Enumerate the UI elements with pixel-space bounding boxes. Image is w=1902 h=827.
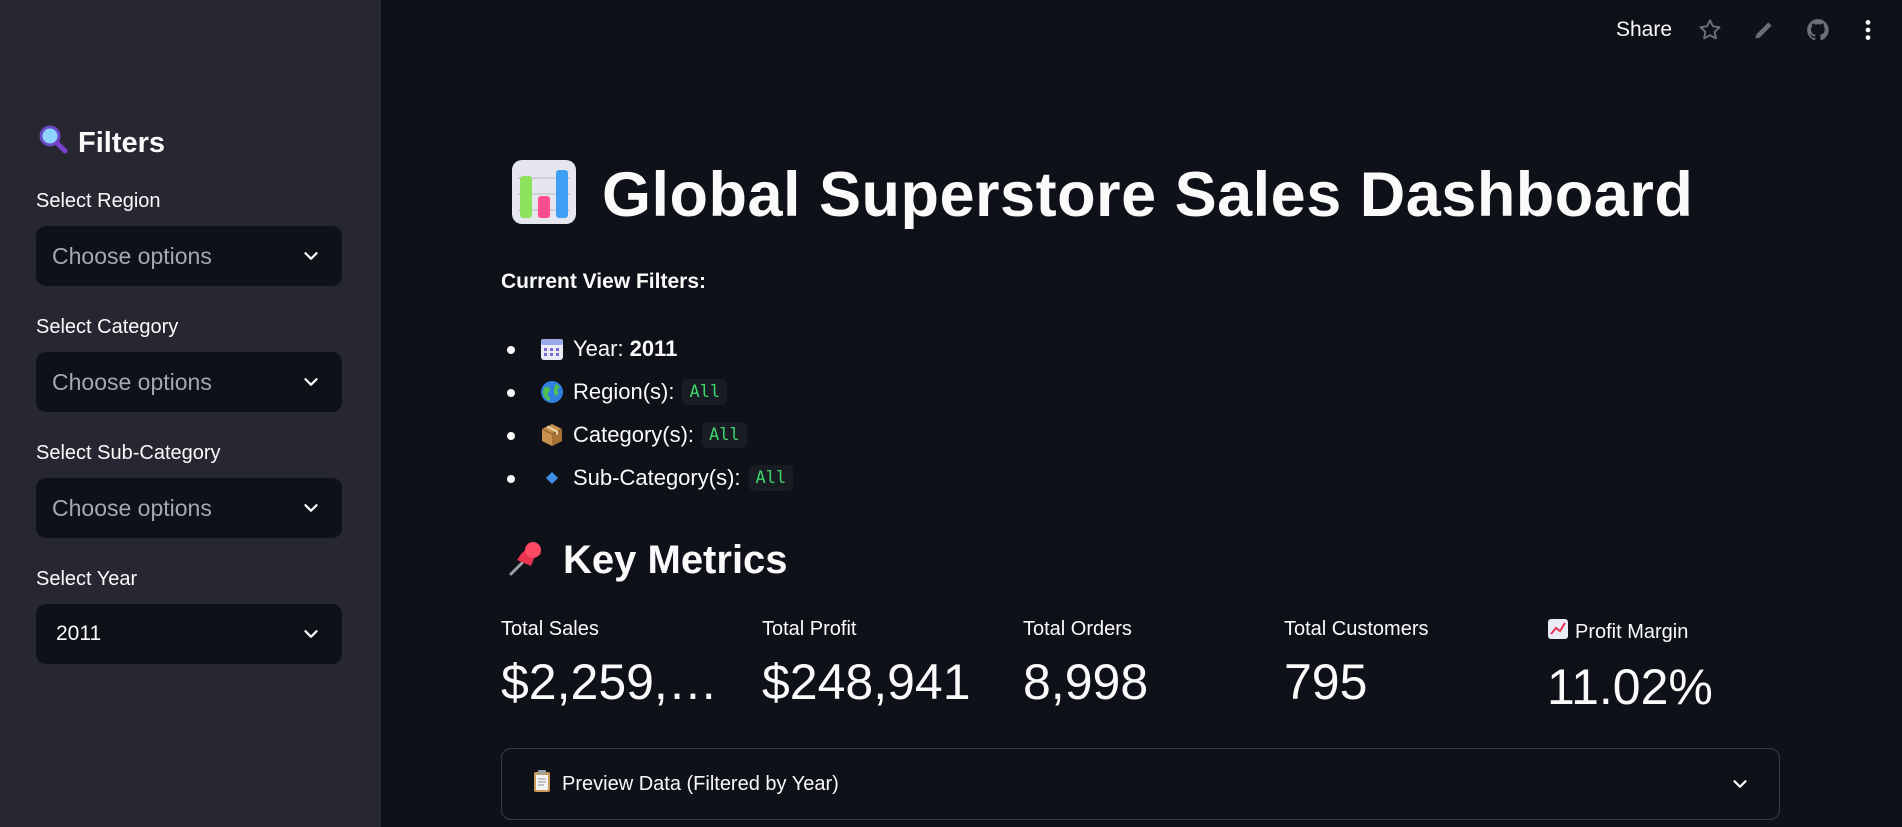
- category-select[interactable]: Choose options: [36, 352, 342, 412]
- page-title: Global Superstore Sales Dashboard: [510, 158, 1693, 231]
- list-item: Year: 2011: [501, 327, 793, 370]
- metric-value: 795: [1284, 654, 1368, 710]
- chevron-down-icon: [304, 378, 318, 386]
- subcategory-placeholder: Choose options: [52, 494, 212, 521]
- category-label: Select Category: [36, 316, 179, 338]
- category-placeholder: Choose options: [52, 368, 212, 395]
- current-view-list: Year: 2011 Region(s): All Category(s): A…: [501, 327, 794, 499]
- list-item: Region(s): All: [501, 370, 793, 413]
- metric-total-orders: Total Orders 8,998: [1023, 618, 1148, 711]
- subcategory-label: Select Sub-Category: [36, 442, 221, 464]
- list-item: Sub-Category(s): All: [501, 456, 794, 499]
- expander-label-row: Preview Data (Filtered by Year): [530, 769, 839, 799]
- expander-label: Preview Data (Filtered by Year): [562, 772, 839, 795]
- chevron-down-icon: [304, 252, 318, 260]
- page-title-text: Global Superstore Sales Dashboard: [602, 159, 1694, 230]
- sidebar-heading-text: Filters: [78, 126, 166, 159]
- metric-label-row: Profit Margin: [1547, 618, 1713, 646]
- diamond-icon: [539, 465, 565, 491]
- list-item: Category(s): All: [501, 413, 793, 456]
- filter-region-value: All: [682, 378, 728, 405]
- metric-value: 8,998: [1023, 654, 1149, 710]
- magnifier-icon: [38, 124, 68, 162]
- filter-year-value: 2011: [629, 335, 678, 361]
- metric-total-customers: Total Customers 795: [1284, 618, 1429, 711]
- year-label: Select Year: [36, 568, 138, 590]
- bar-chart-icon: [510, 158, 578, 231]
- preview-data-expander[interactable]: Preview Data (Filtered by Year): [501, 748, 1780, 820]
- region-label: Select Region: [36, 190, 161, 212]
- filter-year-label: Year:: [573, 335, 624, 361]
- filter-region-label: Region(s):: [573, 378, 675, 404]
- region-placeholder: Choose options: [52, 242, 212, 269]
- metric-total-profit: Total Profit $248,941: [762, 618, 971, 711]
- chevron-down-icon: [304, 630, 318, 638]
- filter-subcategory-value: All: [748, 464, 794, 491]
- filter-category-value: All: [702, 421, 747, 448]
- current-view-heading: Current View Filters:: [501, 270, 706, 293]
- metric-label: Total Customers: [1284, 618, 1429, 640]
- pencil-icon[interactable]: [1751, 17, 1777, 43]
- year-value: 2011: [56, 622, 102, 645]
- region-select[interactable]: Choose options: [36, 226, 342, 286]
- metric-value: $248,941: [762, 654, 971, 710]
- metric-profit-margin: Profit Margin 11.02%: [1547, 618, 1713, 716]
- package-icon: [539, 422, 565, 448]
- star-icon[interactable]: [1697, 17, 1723, 43]
- subcategory-select[interactable]: Choose options: [36, 478, 342, 538]
- chevron-down-icon: [1733, 780, 1747, 788]
- metric-value: $2,259,…: [501, 654, 718, 710]
- metric-total-sales: Total Sales $2,259,…: [501, 618, 718, 711]
- more-vertical-icon[interactable]: [1855, 17, 1881, 43]
- chart-increasing-icon: [1547, 618, 1569, 646]
- globe-icon: [539, 379, 565, 405]
- pushpin-icon: [505, 536, 549, 585]
- clipboard-icon: [530, 769, 554, 799]
- chevron-down-icon: [304, 504, 318, 512]
- sidebar: Filters Select Region Choose options Sel…: [0, 0, 381, 827]
- filter-subcategory-label: Sub-Category(s):: [573, 464, 741, 490]
- share-button[interactable]: Share: [1616, 18, 1672, 42]
- key-metrics-title: Key Metrics: [563, 538, 788, 582]
- filter-category-label: Category(s):: [573, 421, 695, 447]
- metric-label: Profit Margin: [1575, 620, 1689, 643]
- year-select[interactable]: 2011: [36, 604, 342, 664]
- calendar-icon: [539, 336, 565, 362]
- metric-value: 11.02%: [1547, 659, 1713, 715]
- metric-label: Total Profit: [762, 618, 857, 640]
- key-metrics-heading: Key Metrics: [505, 536, 788, 585]
- sidebar-heading: Filters: [38, 124, 165, 162]
- github-icon[interactable]: [1805, 17, 1831, 43]
- metric-label: Total Orders: [1023, 618, 1132, 640]
- metric-label: Total Sales: [501, 618, 599, 640]
